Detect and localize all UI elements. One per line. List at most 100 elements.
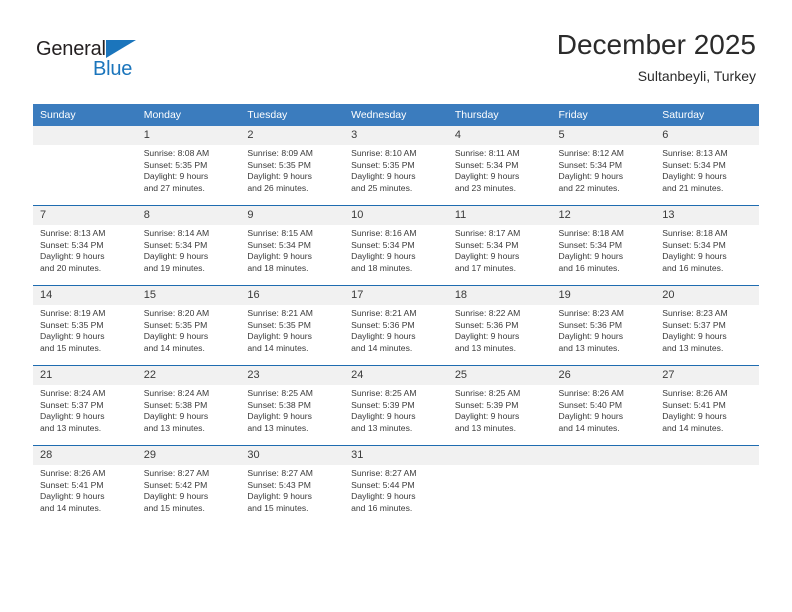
calendar-day-cell[interactable]: 18 Sunrise: 8:22 AM Sunset: 5:36 PM Dayligh… [447, 285, 552, 366]
calendar-day-cell[interactable]: 8 Sunrise: 8:14 AM Sunset: 5:34 PM Daylight… [136, 205, 241, 286]
day-detail-line: Sunset: 5:43 PM [247, 479, 311, 490]
day-detail-line: Sunset: 5:34 PM [662, 239, 726, 250]
day-detail-line: and 13 minutes. [351, 422, 413, 433]
day-detail-line: Sunrise: 8:25 AM [351, 388, 417, 398]
day-detail-line: Daylight: 9 hours [454, 251, 520, 262]
day-details: Sunrise: 8:23 AM Sunset: 5:36 PM Daylight:… [552, 305, 656, 354]
day-details: Sunrise: 8:19 AM Sunset: 5:35 PM Daylight:… [33, 305, 137, 354]
day-detail-line: and 27 minutes. [143, 182, 205, 193]
day-detail-line: Sunrise: 8:25 AM [247, 388, 313, 398]
day-number: 5 [551, 126, 656, 145]
day-detail-line: Sunrise: 8:21 AM [351, 308, 417, 318]
day-details [448, 465, 552, 468]
calendar-day-cell[interactable]: 13 Sunrise: 8:18 AM Sunset: 5:34 PM Dayligh… [655, 205, 759, 286]
calendar-day-cell[interactable]: 14 Sunrise: 8:19 AM Sunset: 5:35 PM Dayligh… [33, 285, 137, 366]
day-detail-line: Sunrise: 8:23 AM [662, 308, 728, 318]
calendar-day-cell[interactable]: 7 Sunrise: 8:13 AM Sunset: 5:34 PM Daylight… [33, 205, 137, 286]
calendar-day-cell[interactable]: 21 Sunrise: 8:24 AM Sunset: 5:37 PM Dayligh… [33, 365, 137, 446]
calendar-day-cell[interactable]: 24 Sunrise: 8:25 AM Sunset: 5:39 PM Dayligh… [344, 365, 448, 446]
day-detail-line: Daylight: 9 hours [247, 251, 312, 262]
day-details: Sunrise: 8:26 AM Sunset: 5:40 PM Daylight:… [552, 385, 656, 434]
day-details: Sunrise: 8:08 AM Sunset: 5:35 PM Daylight:… [137, 145, 241, 194]
calendar-week-row: 21 Sunrise: 8:24 AM Sunset: 5:37 PM Dayligh… [33, 365, 759, 446]
day-detail-line: Daylight: 9 hours [143, 331, 209, 342]
day-detail-line: Sunset: 5:34 PM [558, 159, 623, 170]
calendar-page: General Blue December 2025 Sultanbeyli, … [0, 0, 792, 612]
day-details: Sunrise: 8:17 AM Sunset: 5:34 PM Daylight:… [448, 225, 552, 274]
calendar-empty-cell [655, 445, 759, 525]
day-detail-line: and 20 minutes. [40, 262, 102, 273]
day-detail-line: Sunset: 5:37 PM [40, 399, 104, 410]
calendar-day-cell[interactable]: 28 Sunrise: 8:26 AM Sunset: 5:41 PM Dayligh… [33, 445, 137, 525]
title-block: December 2025 Sultanbeyli, Turkey [557, 28, 756, 86]
day-detail-line: and 15 minutes. [40, 342, 102, 353]
day-details: Sunrise: 8:25 AM Sunset: 5:39 PM Daylight:… [448, 385, 552, 434]
calendar-day-cell[interactable]: 10 Sunrise: 8:16 AM Sunset: 5:34 PM Dayligh… [344, 205, 448, 286]
calendar-day-cell[interactable]: 11 Sunrise: 8:17 AM Sunset: 5:34 PM Dayligh… [447, 205, 552, 286]
day-detail-line: and 14 minutes. [40, 502, 102, 513]
day-detail-line: Sunset: 5:34 PM [143, 239, 208, 250]
day-detail-line: Sunrise: 8:26 AM [662, 388, 728, 398]
day-detail-line: Sunrise: 8:25 AM [454, 388, 521, 398]
calendar-day-cell[interactable]: 2 Sunrise: 8:09 AM Sunset: 5:35 PM Daylight… [240, 126, 345, 206]
calendar-day-cell[interactable]: 20 Sunrise: 8:23 AM Sunset: 5:37 PM Dayligh… [655, 285, 759, 366]
day-detail-line: and 26 minutes. [247, 182, 309, 193]
day-detail-line: Sunrise: 8:22 AM [454, 308, 521, 318]
calendar-day-cell[interactable]: 6 Sunrise: 8:13 AM Sunset: 5:34 PM Daylight… [655, 126, 759, 206]
day-detail-line: Daylight: 9 hours [558, 251, 624, 262]
day-detail-line: Sunrise: 8:12 AM [558, 148, 624, 158]
day-number: 25 [447, 366, 552, 385]
day-detail-line: Sunrise: 8:18 AM [558, 228, 624, 238]
day-details: Sunrise: 8:18 AM Sunset: 5:34 PM Daylight:… [655, 225, 759, 274]
day-details: Sunrise: 8:18 AM Sunset: 5:34 PM Daylight:… [552, 225, 656, 274]
calendar-day-cell[interactable]: 15 Sunrise: 8:20 AM Sunset: 5:35 PM Dayligh… [136, 285, 241, 366]
day-number: 4 [447, 126, 552, 145]
calendar-day-cell[interactable]: 19 Sunrise: 8:23 AM Sunset: 5:36 PM Dayligh… [551, 285, 656, 366]
calendar-day-cell[interactable]: 1 Sunrise: 8:08 AM Sunset: 5:35 PM Daylight… [136, 126, 241, 206]
day-detail-line: Daylight: 9 hours [40, 331, 105, 342]
calendar-day-cell[interactable]: 5 Sunrise: 8:12 AM Sunset: 5:34 PM Daylight… [551, 126, 656, 206]
calendar-day-cell[interactable]: 26 Sunrise: 8:26 AM Sunset: 5:40 PM Dayligh… [551, 365, 656, 446]
calendar-day-cell[interactable]: 29 Sunrise: 8:27 AM Sunset: 5:42 PM Dayligh… [136, 445, 241, 525]
day-details: Sunrise: 8:26 AM Sunset: 5:41 PM Daylight:… [33, 465, 137, 514]
day-detail-line: and 14 minutes. [143, 342, 205, 353]
day-number: 28 [33, 446, 137, 465]
day-detail-line: Daylight: 9 hours [351, 251, 416, 262]
day-detail-line: Daylight: 9 hours [351, 331, 416, 342]
day-number: 6 [655, 126, 759, 145]
calendar-day-cell[interactable]: 30 Sunrise: 8:27 AM Sunset: 5:43 PM Dayligh… [240, 445, 345, 525]
day-detail-line: Daylight: 9 hours [351, 171, 416, 182]
general-blue-logo[interactable]: General Blue [36, 38, 216, 90]
day-detail-line: and 16 minutes. [351, 502, 413, 513]
calendar-week-row: 1 Sunrise: 8:08 AM Sunset: 5:35 PM Daylight… [33, 126, 759, 206]
day-detail-line: Daylight: 9 hours [143, 251, 209, 262]
calendar-week-row: 14 Sunrise: 8:19 AM Sunset: 5:35 PM Dayligh… [33, 285, 759, 366]
day-detail-line: Sunrise: 8:13 AM [662, 148, 728, 158]
calendar-day-cell[interactable]: 16 Sunrise: 8:21 AM Sunset: 5:35 PM Dayligh… [240, 285, 345, 366]
day-detail-line: Sunset: 5:34 PM [558, 239, 623, 250]
day-details: Sunrise: 8:14 AM Sunset: 5:34 PM Daylight:… [137, 225, 241, 274]
calendar-day-cell[interactable]: 25 Sunrise: 8:25 AM Sunset: 5:39 PM Dayligh… [447, 365, 552, 446]
day-detail-line: Sunset: 5:34 PM [247, 239, 311, 250]
calendar-day-cell[interactable]: 12 Sunrise: 8:18 AM Sunset: 5:34 PM Dayligh… [551, 205, 656, 286]
calendar-day-cell[interactable]: 17 Sunrise: 8:21 AM Sunset: 5:36 PM Dayligh… [344, 285, 448, 366]
day-detail-line: Sunset: 5:34 PM [40, 239, 104, 250]
day-details: Sunrise: 8:22 AM Sunset: 5:36 PM Daylight:… [448, 305, 552, 354]
day-number: 19 [551, 286, 656, 305]
day-detail-line: Daylight: 9 hours [558, 411, 624, 422]
calendar-day-cell[interactable]: 9 Sunrise: 8:15 AM Sunset: 5:34 PM Daylight… [240, 205, 345, 286]
calendar-day-cell[interactable]: 4 Sunrise: 8:11 AM Sunset: 5:34 PM Daylight… [447, 126, 552, 206]
day-detail-line: Sunrise: 8:14 AM [143, 228, 210, 238]
day-details: Sunrise: 8:11 AM Sunset: 5:34 PM Daylight:… [448, 145, 552, 194]
calendar-day-cell[interactable]: 22 Sunrise: 8:24 AM Sunset: 5:38 PM Dayligh… [136, 365, 241, 446]
calendar-day-cell[interactable]: 31 Sunrise: 8:27 AM Sunset: 5:44 PM Dayligh… [344, 445, 448, 525]
day-detail-line: Sunrise: 8:10 AM [351, 148, 417, 158]
day-detail-line: and 14 minutes. [351, 342, 413, 353]
day-detail-line: Sunset: 5:36 PM [351, 319, 415, 330]
day-details: Sunrise: 8:23 AM Sunset: 5:37 PM Daylight:… [655, 305, 759, 354]
day-detail-line: Sunrise: 8:19 AM [40, 308, 106, 318]
calendar-day-cell[interactable]: 3 Sunrise: 8:10 AM Sunset: 5:35 PM Daylight… [344, 126, 448, 206]
calendar-day-cell[interactable]: 23 Sunrise: 8:25 AM Sunset: 5:38 PM Dayligh… [240, 365, 345, 446]
calendar-body: 1 Sunrise: 8:08 AM Sunset: 5:35 PM Daylight… [33, 126, 759, 525]
calendar-day-cell[interactable]: 27 Sunrise: 8:26 AM Sunset: 5:41 PM Dayligh… [655, 365, 759, 446]
